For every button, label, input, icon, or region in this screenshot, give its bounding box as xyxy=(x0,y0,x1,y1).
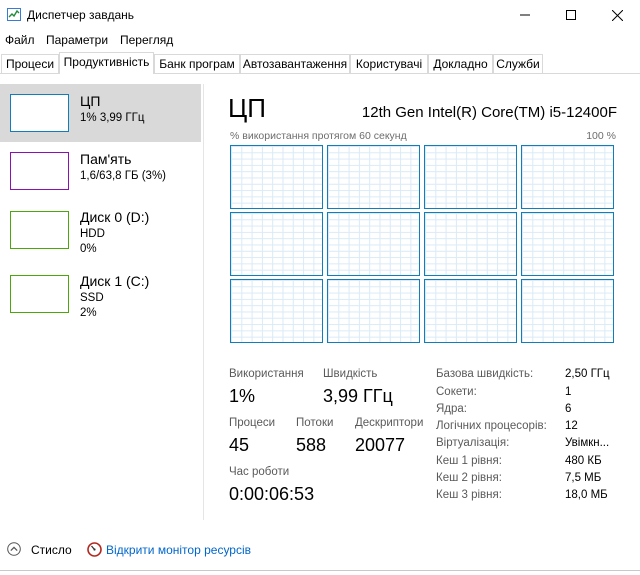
tab-details[interactable]: Докладно xyxy=(428,54,493,73)
logical-processor-graph xyxy=(521,279,614,343)
task-manager-icon xyxy=(7,8,21,21)
resource-disk-1[interactable]: Диск 1 (C:) SSD 2% xyxy=(0,270,201,328)
speed-value: 3,99 ГГц xyxy=(323,386,393,406)
window-title: Диспетчер завдань xyxy=(27,8,135,22)
title-bar: Диспетчер завдань xyxy=(0,0,640,30)
menu-bar: Файл Параметри Перегляд xyxy=(0,30,640,50)
spec-value: 2,50 ГГц xyxy=(565,368,610,380)
spec-value: 18,0 МБ xyxy=(565,489,608,501)
resource-list: ЦП 1% 3,99 ГГц Пам'ять 1,6/63,8 ГБ (3%) … xyxy=(0,84,204,520)
resource-name: ЦП xyxy=(80,93,101,109)
minimize-button[interactable] xyxy=(502,0,548,30)
spec-value: 6 xyxy=(565,403,572,415)
spec-value: 1 xyxy=(565,386,572,398)
logical-processor-graph xyxy=(521,212,614,276)
graph-max-label: 100 % xyxy=(586,130,616,142)
resource-name: Диск 0 (D:) xyxy=(80,209,150,225)
close-icon xyxy=(611,9,623,21)
resource-detail: 1,6/63,8 ГБ (3%) xyxy=(80,170,167,182)
resource-detail: 1% 3,99 ГГц xyxy=(80,112,145,124)
logical-processor-graph xyxy=(424,145,517,209)
minimize-icon xyxy=(520,14,530,16)
threads-label: Потоки xyxy=(296,417,334,429)
menu-options[interactable]: Параметри xyxy=(46,33,108,47)
spec-label: Віртуалізація: xyxy=(436,437,510,449)
resource-disk-0[interactable]: Диск 0 (D:) HDD 0% xyxy=(0,206,201,264)
spec-value: 12 xyxy=(565,420,578,432)
resource-name: Диск 1 (C:) xyxy=(80,273,150,289)
tab-startup[interactable]: Автозавантаження xyxy=(240,54,350,73)
spec-label: Ядра: xyxy=(436,403,468,415)
close-button[interactable] xyxy=(594,0,640,30)
logical-processor-graph xyxy=(424,212,517,276)
handles-value: 20077 xyxy=(355,435,406,455)
menu-view[interactable]: Перегляд xyxy=(120,33,173,47)
resource-cpu[interactable]: ЦП 1% 3,99 ГГц xyxy=(0,84,201,142)
cpu-model: 12th Gen Intel(R) Core(TM) i5-12400F xyxy=(361,104,617,121)
tab-app-history[interactable]: Банк програм xyxy=(154,54,240,73)
resource-type: SSD xyxy=(80,292,104,304)
spec-label: Кеш 3 рівня: xyxy=(436,489,502,501)
spec-label: Кеш 2 рівня: xyxy=(436,472,502,484)
resource-monitor-icon xyxy=(87,542,102,557)
spec-label: Логічних процесорів: xyxy=(436,420,547,432)
tab-services[interactable]: Служби xyxy=(493,54,543,73)
logical-processor-graph xyxy=(230,212,323,276)
spec-value: 7,5 МБ xyxy=(565,472,602,484)
spec-value: 480 КБ xyxy=(565,455,602,467)
threads-value: 588 xyxy=(296,435,327,455)
resource-name: Пам'ять xyxy=(80,151,132,167)
disk-1-thumbnail xyxy=(10,275,69,313)
logical-processor-graph xyxy=(230,279,323,343)
resource-detail: 0% xyxy=(80,243,97,255)
processes-value: 45 xyxy=(229,435,250,455)
tab-performance[interactable]: Продуктивність xyxy=(59,52,154,74)
speed-label: Швидкість xyxy=(323,368,378,380)
logical-processor-graph xyxy=(424,279,517,343)
uptime-label: Час роботи xyxy=(229,466,290,478)
processes-label: Процеси xyxy=(229,417,276,429)
uptime-value: 0:00:06:53 xyxy=(229,484,315,504)
resource-detail: 2% xyxy=(80,307,97,319)
disk-0-thumbnail xyxy=(10,211,69,249)
cpu-thumbnail xyxy=(10,94,69,132)
page-title: ЦП xyxy=(228,93,266,123)
spec-label: Базова швидкість: xyxy=(436,368,534,380)
utilization-value: 1% xyxy=(229,386,256,406)
spec-label: Кеш 1 рівня: xyxy=(436,455,502,467)
tab-users[interactable]: Користувачі xyxy=(350,54,428,73)
window-bottom-border xyxy=(0,570,640,571)
maximize-button[interactable] xyxy=(548,0,594,30)
handles-label: Дескриптори xyxy=(355,417,424,429)
graph-label: % використання протягом 60 секунд xyxy=(230,130,407,142)
spec-value: Увімкн... xyxy=(565,437,610,449)
logical-processor-graph xyxy=(521,145,614,209)
logical-processor-graph xyxy=(327,145,420,209)
fewer-details-button[interactable]: Стисло xyxy=(31,543,72,557)
resource-memory[interactable]: Пам'ять 1,6/63,8 ГБ (3%) xyxy=(0,144,201,202)
menu-file[interactable]: Файл xyxy=(5,33,35,47)
footer: Стисло Відкрити монітор ресурсів xyxy=(0,536,640,564)
utilization-label: Використання xyxy=(229,368,304,380)
open-resource-monitor-link[interactable]: Відкрити монітор ресурсів xyxy=(106,543,251,557)
logical-processor-graph xyxy=(327,279,420,343)
tab-strip: Процеси Продуктивність Банк програм Авто… xyxy=(0,52,640,74)
resource-type: HDD xyxy=(80,228,105,240)
spec-label: Сокети: xyxy=(436,386,477,398)
tab-processes[interactable]: Процеси xyxy=(1,54,59,73)
maximize-icon xyxy=(566,10,576,20)
memory-thumbnail xyxy=(10,152,69,190)
logical-processor-graph xyxy=(230,145,323,209)
logical-processor-graph xyxy=(327,212,420,276)
chevron-up-icon[interactable] xyxy=(7,542,21,556)
